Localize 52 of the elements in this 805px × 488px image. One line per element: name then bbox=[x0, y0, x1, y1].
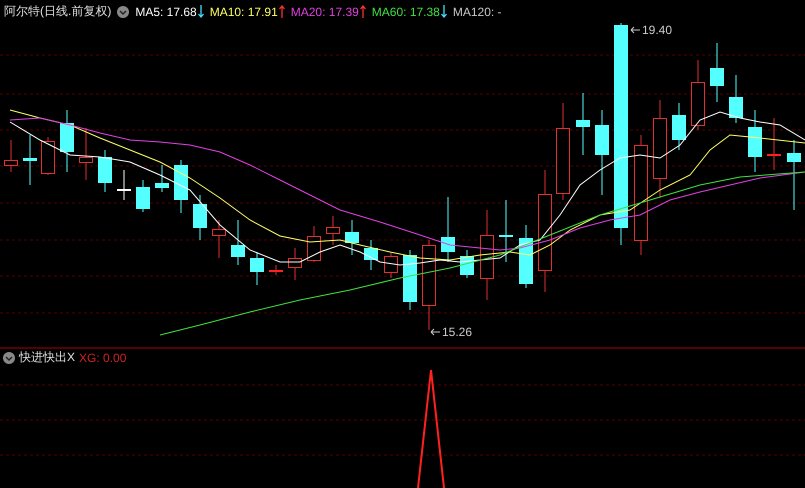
candlestick bbox=[212, 220, 226, 258]
indicator-value: MA120: - bbox=[452, 4, 502, 18]
candlestick bbox=[441, 196, 455, 262]
indicator-value: MA20: 17.39 bbox=[290, 4, 359, 18]
candlestick bbox=[174, 160, 188, 214]
arrow-icon bbox=[430, 328, 440, 336]
candlestick bbox=[787, 140, 801, 210]
candlestick bbox=[384, 252, 398, 278]
candlestick bbox=[672, 102, 686, 150]
down-arrow-icon bbox=[198, 5, 204, 18]
candlestick bbox=[231, 220, 245, 266]
indicator-value: XG: 0.00 bbox=[79, 350, 126, 364]
candlestick bbox=[326, 216, 340, 246]
collapse-icon[interactable] bbox=[3, 352, 15, 364]
candlestick bbox=[403, 250, 417, 310]
candlestick bbox=[767, 118, 781, 170]
candlestick bbox=[519, 224, 533, 288]
price-label: 15.26 bbox=[442, 324, 472, 340]
candlestick bbox=[729, 74, 743, 124]
price-label: 19.40 bbox=[642, 22, 672, 38]
up-arrow-icon bbox=[360, 5, 366, 18]
collapse-icon[interactable] bbox=[117, 6, 130, 18]
candlestick bbox=[748, 110, 762, 172]
stock-title: 阿尔特(日线.前复权) bbox=[4, 3, 112, 20]
indicator-value: MA60: 17.38 bbox=[372, 4, 440, 18]
candlestick bbox=[250, 252, 264, 286]
candlestick bbox=[576, 92, 590, 156]
indicator-title: 快进快出X bbox=[19, 349, 76, 366]
candlestick bbox=[499, 200, 513, 262]
candlestick bbox=[117, 170, 131, 200]
candlestick bbox=[364, 240, 378, 270]
candlestick bbox=[307, 226, 321, 262]
candlestick bbox=[136, 180, 150, 212]
candlestick bbox=[60, 110, 74, 172]
arrow-icon bbox=[630, 26, 640, 34]
candlestick bbox=[193, 194, 207, 240]
candlestick bbox=[345, 220, 359, 256]
indicator-value: MA10: 17.91 bbox=[210, 4, 278, 18]
candlestick bbox=[288, 248, 302, 280]
candlestick bbox=[4, 140, 18, 172]
candlestick bbox=[460, 250, 474, 278]
candlestick bbox=[23, 134, 37, 186]
down-arrow-icon bbox=[440, 5, 447, 18]
candlestick bbox=[155, 164, 169, 192]
indicator-value: MA5: 17.68 bbox=[135, 4, 197, 18]
candlestick bbox=[710, 42, 724, 102]
candlestick bbox=[41, 136, 55, 176]
candlestick bbox=[98, 150, 112, 192]
candlestick bbox=[269, 264, 283, 276]
candlestick bbox=[79, 128, 93, 180]
candlestick bbox=[691, 60, 705, 130]
up-arrow-icon bbox=[278, 5, 285, 18]
